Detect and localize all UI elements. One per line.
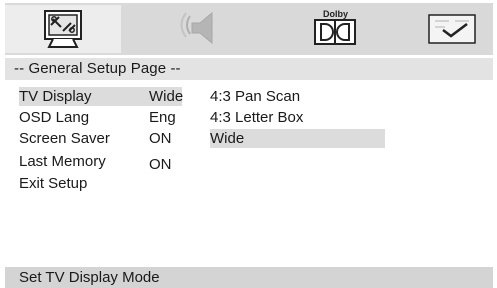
- option-pan-scan[interactable]: 4:3 Pan Scan: [210, 87, 385, 106]
- setup-osd: Dolby -- General Setup Page -- TV Displa…: [5, 3, 493, 288]
- tab-dolby-setup[interactable]: Dolby: [281, 5, 391, 53]
- option-label: Wide: [210, 130, 245, 147]
- tv-wrench-icon: [5, 5, 121, 53]
- page-title: -- General Setup Page --: [5, 58, 493, 80]
- menu-item-value: Wide: [149, 88, 184, 105]
- tab-audio-setup[interactable]: [162, 5, 242, 53]
- menu-panel: TV Display Wide OSD Lang Eng Screen Save…: [5, 83, 493, 267]
- tab-general-setup[interactable]: [5, 5, 121, 53]
- menu-item-label: TV Display: [19, 88, 92, 105]
- menu-item-tv-display[interactable]: TV Display Wide: [19, 87, 184, 106]
- menu-item-label: Screen Saver: [19, 130, 110, 147]
- menu-item-value: Eng: [149, 109, 176, 126]
- menu-item-label: Exit Setup: [19, 175, 88, 192]
- speaker-icon: [162, 5, 242, 53]
- menu-item-label: OSD Lang: [19, 109, 90, 126]
- checkmark-icon: [415, 5, 493, 53]
- menu-item-value: ON: [149, 156, 172, 173]
- option-label: 4:3 Letter Box: [210, 109, 304, 126]
- option-label: 4:3 Pan Scan: [210, 88, 301, 105]
- menu-item-label: Last Memory: [19, 153, 106, 170]
- tab-preference-setup[interactable]: [415, 5, 493, 53]
- setup-tab-bar: Dolby: [5, 3, 493, 55]
- option-wide[interactable]: Wide: [210, 129, 385, 148]
- option-letter-box[interactable]: 4:3 Letter Box: [210, 108, 385, 127]
- menu-item-value: ON: [149, 130, 172, 147]
- dolby-text: Dolby: [323, 9, 348, 19]
- dolby-icon: Dolby: [281, 5, 391, 53]
